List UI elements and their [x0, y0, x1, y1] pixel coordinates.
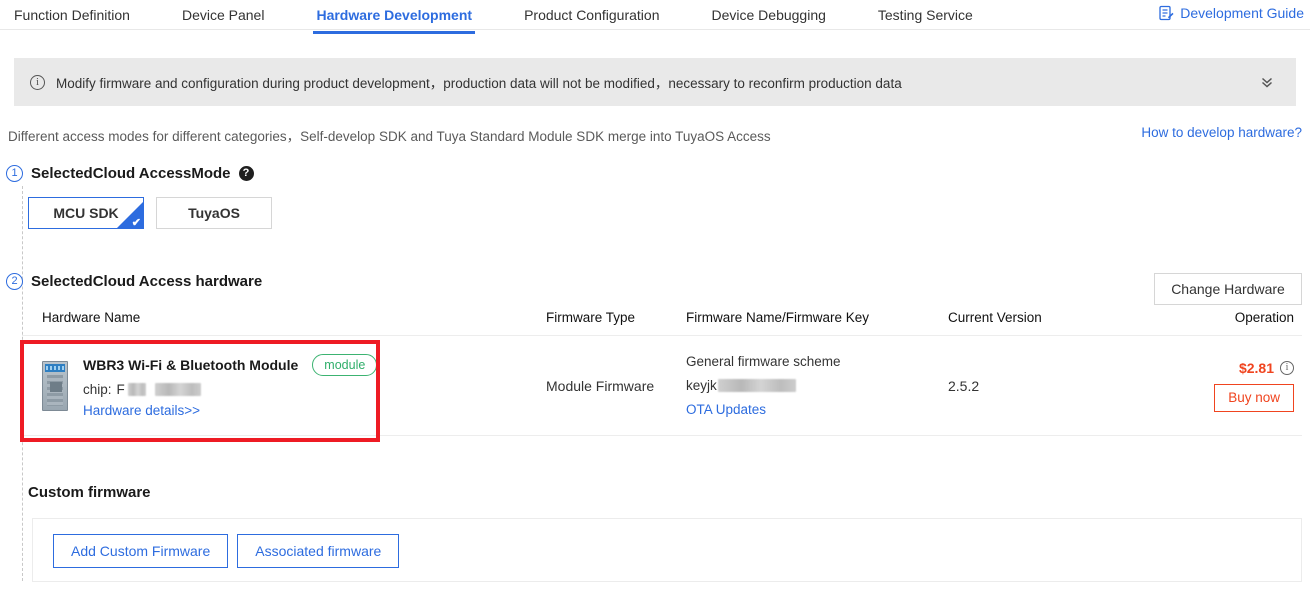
- chip-label: chip:: [83, 381, 112, 397]
- tab-product-configuration[interactable]: Product Configuration: [524, 5, 659, 34]
- development-guide-link[interactable]: Development Guide: [1159, 5, 1304, 21]
- price-label: $2.81: [1238, 359, 1274, 376]
- column-header-firmware-type: Firmware Type: [546, 310, 636, 325]
- info-banner: i Modify firmware and configuration duri…: [14, 58, 1296, 106]
- firmware-scheme-label: General firmware scheme: [686, 354, 841, 369]
- hardware-name-label: WBR3 Wi-Fi & Bluetooth Module: [83, 356, 299, 373]
- question-mark-icon[interactable]: ?: [238, 166, 254, 181]
- operation-cell: $2.81 i Buy now: [1154, 360, 1302, 412]
- info-banner-text: Modify firmware and configuration during…: [56, 76, 902, 91]
- tab-hardware-development[interactable]: Hardware Development: [313, 5, 475, 34]
- firmware-key-redaction: [717, 379, 796, 392]
- top-navigation-bar: Function Definition Device Panel Hardwar…: [0, 0, 1310, 34]
- mode-button-tuyaos[interactable]: TuyaOS: [156, 197, 272, 229]
- hardware-name-cell: WBR3 Wi-Fi & Bluetooth Module module chi…: [22, 353, 546, 418]
- buy-now-button[interactable]: Buy now: [1214, 383, 1294, 412]
- ota-updates-link[interactable]: OTA Updates: [686, 402, 948, 417]
- price-row: $2.81 i: [1154, 360, 1294, 376]
- access-mode-description: Different access modes for different cat…: [8, 129, 771, 144]
- step-1-number: 1: [6, 165, 23, 182]
- status-badge: module: [312, 353, 378, 376]
- firmware-name-key-cell: General firmware scheme keyjk OTA Update…: [686, 354, 948, 417]
- tab-device-debugging[interactable]: Device Debugging: [711, 5, 825, 34]
- column-header-firmware-name-key: Firmware Name/Firmware Key: [686, 310, 870, 325]
- firmware-key-prefix: keyjk: [686, 378, 717, 393]
- how-to-develop-hardware-link[interactable]: How to develop hardware?: [1141, 125, 1302, 140]
- step-1-title: SelectedCloud AccessMode: [31, 165, 231, 182]
- mode-button-mcu-sdk-label: MCU SDK: [53, 205, 119, 221]
- column-header-current-version: Current Version: [948, 310, 1042, 325]
- add-custom-firmware-button[interactable]: Add Custom Firmware: [53, 534, 229, 568]
- mode-button-mcu-sdk[interactable]: MCU SDK ✔: [28, 197, 144, 229]
- info-circle-icon[interactable]: i: [1280, 360, 1294, 375]
- change-hardware-button[interactable]: Change Hardware: [1154, 273, 1302, 305]
- step-2-header: 2 SelectedCloud Access hardware: [6, 273, 262, 290]
- wifi-module-thumbnail: [42, 360, 68, 411]
- chip-redaction-2: [154, 382, 201, 396]
- column-header-operation: Operation: [1234, 310, 1294, 325]
- tab-testing-service[interactable]: Testing Service: [878, 5, 973, 34]
- custom-firmware-title: Custom firmware: [28, 484, 151, 501]
- chip-row: chip: F: [83, 382, 377, 397]
- step-2-title: SelectedCloud Access hardware: [31, 273, 263, 290]
- firmware-key-row: keyjk: [686, 378, 948, 393]
- hardware-details-link[interactable]: Hardware details>>: [83, 403, 377, 418]
- chip-redaction-1: [127, 382, 146, 396]
- table-row: WBR3 Wi-Fi & Bluetooth Module module chi…: [22, 336, 1302, 436]
- current-version-cell: 2.5.2: [948, 377, 980, 394]
- double-chevron-down-icon[interactable]: [1256, 71, 1278, 93]
- document-edit-icon: [1159, 5, 1174, 21]
- step-2-number: 2: [6, 273, 23, 290]
- associated-firmware-button[interactable]: Associated firmware: [237, 534, 400, 568]
- tab-function-definition[interactable]: Function Definition: [14, 5, 130, 34]
- check-icon: ✔: [131, 217, 141, 229]
- info-circle-icon: i: [30, 74, 45, 90]
- development-guide-label: Development Guide: [1180, 5, 1304, 21]
- custom-firmware-panel: Add Custom Firmware Associated firmware: [32, 518, 1302, 582]
- column-header-hardware-name: Hardware Name: [42, 310, 141, 325]
- nav-tab-list: Function Definition Device Panel Hardwar…: [0, 0, 973, 34]
- table-header-row: Hardware Name Firmware Type Firmware Nam…: [22, 310, 1302, 336]
- tab-device-panel[interactable]: Device Panel: [182, 5, 265, 34]
- hardware-table: Hardware Name Firmware Type Firmware Nam…: [22, 310, 1302, 436]
- mode-button-tuyaos-label: TuyaOS: [188, 205, 240, 221]
- access-mode-selector: MCU SDK ✔ TuyaOS: [28, 197, 272, 229]
- chip-value: F: [116, 381, 125, 397]
- step-1-header: 1 SelectedCloud AccessMode ?: [6, 165, 254, 182]
- firmware-type-cell: Module Firmware: [546, 377, 655, 394]
